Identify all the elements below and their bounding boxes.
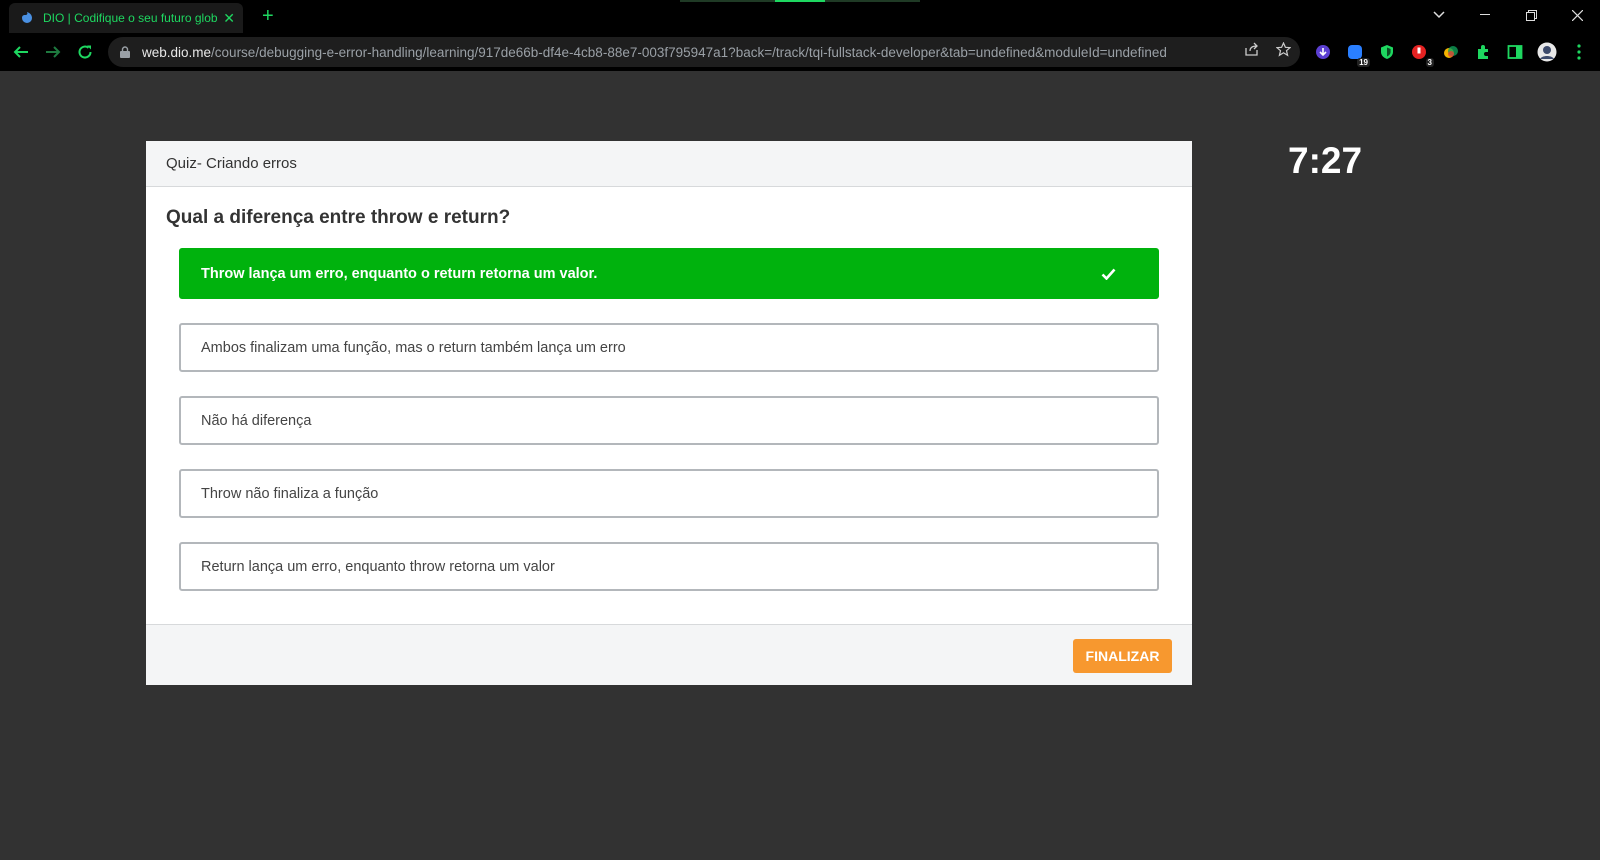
quiz-header: Quiz- Criando erros [146,141,1192,187]
tab-bar: DIO | Codifique o seu futuro global ✕ + [0,0,1600,33]
tab-close-icon[interactable]: ✕ [223,10,235,27]
share-icon[interactable] [1242,40,1260,58]
address-bar[interactable]: web.dio.me/course/debugging-e-error-hand… [108,37,1300,67]
answer-option-label: Throw lança um erro, enquanto o return r… [201,265,598,282]
drag-strip [680,0,920,2]
checkmark-icon [1101,266,1117,282]
finish-button[interactable]: FINALIZAR [1073,639,1172,673]
answer-option-4[interactable]: Throw não finaliza a função [179,469,1159,518]
colorful-extension-icon[interactable] [1440,42,1462,62]
answer-option-label: Throw não finaliza a função [201,485,379,502]
menu-kebab-icon[interactable] [1568,42,1590,62]
answer-option-3[interactable]: Não há diferença [179,396,1159,445]
question-text: Qual a diferença entre throw e return? [166,207,511,228]
extension-badge-count-2: 3 [1425,58,1434,67]
quiz-card: Quiz- Criando erros Qual a diferença ent… [146,141,1192,685]
minimize-icon[interactable] [1462,0,1508,30]
quiz-title: Quiz- Criando erros [166,155,297,172]
download-extension-icon[interactable] [1312,42,1334,62]
red-extension-icon[interactable]: 3 [1408,42,1434,67]
quiz-footer: FINALIZAR [146,624,1192,685]
close-window-icon[interactable] [1554,0,1600,30]
answer-option-label: Return lança um erro, enquanto throw ret… [201,558,555,575]
profile-avatar-icon[interactable] [1536,42,1558,62]
forward-arrow-icon[interactable] [42,41,64,63]
extension-badge-count: 19 [1357,58,1370,67]
answer-option-label: Ambos finalizam uma função, mas o return… [201,339,626,356]
url-host: web.dio.me [142,44,212,60]
lock-icon [120,45,134,59]
browser-tab[interactable]: DIO | Codifique o seu futuro global ✕ [9,3,243,33]
side-panel-icon[interactable] [1504,42,1526,62]
extensions-puzzle-icon[interactable] [1472,42,1494,62]
answer-option-1[interactable]: Throw lança um erro, enquanto o return r… [179,248,1159,299]
url-path: /course/debugging-e-error-handling/learn… [211,44,1167,60]
bookmark-star-icon[interactable] [1274,40,1292,58]
answer-option-label: Não há diferença [201,412,312,429]
dio-favicon-icon [19,10,35,26]
back-arrow-icon[interactable] [10,41,32,63]
new-tab-icon[interactable]: + [262,5,274,27]
window-controls [1416,0,1600,30]
reload-icon[interactable] [74,41,96,63]
answer-option-5[interactable]: Return lança um erro, enquanto throw ret… [179,542,1159,591]
extension-badge-19-icon[interactable]: 19 [1344,42,1370,67]
restore-icon[interactable] [1508,0,1554,30]
countdown-timer: 7:27 [1288,140,1363,181]
shield-extension-icon[interactable] [1376,42,1398,62]
answer-option-2[interactable]: Ambos finalizam uma função, mas o return… [179,323,1159,372]
url-text: web.dio.me/course/debugging-e-error-hand… [142,45,1232,60]
tab-title: DIO | Codifique o seu futuro global [43,11,218,25]
tab-search-icon[interactable] [1416,0,1462,30]
